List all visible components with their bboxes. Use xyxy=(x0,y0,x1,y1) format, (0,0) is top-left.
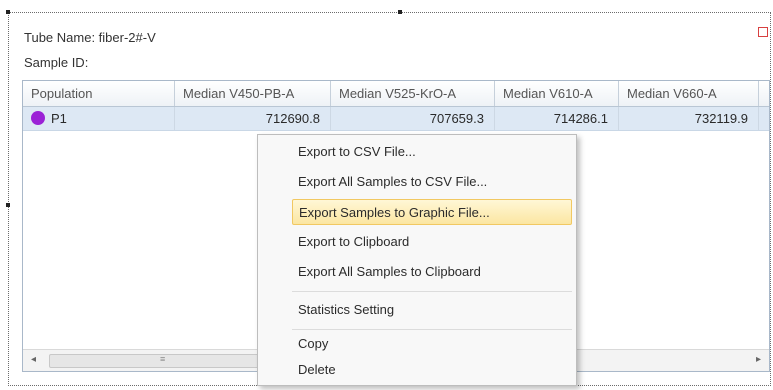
value-cell: 732119.9 xyxy=(619,107,759,130)
menu-item-statistics-setting[interactable]: Statistics Setting xyxy=(292,297,572,323)
resize-handle-left[interactable] xyxy=(6,203,10,207)
menu-separator xyxy=(292,291,572,292)
value-cell: 712690.8 xyxy=(175,107,331,130)
value-cell: 707659.3 xyxy=(331,107,495,130)
scroll-left-icon[interactable]: ◂ xyxy=(31,354,36,365)
resize-handle-top-left[interactable] xyxy=(6,10,10,14)
menu-item-copy[interactable]: Copy xyxy=(292,331,572,357)
menu-item-export-csv[interactable]: Export to CSV File... xyxy=(292,139,572,165)
column-header-population[interactable]: Population xyxy=(23,81,175,106)
table-row[interactable]: P1 712690.8 707659.3 714286.1 732119.9 xyxy=(23,107,769,131)
close-icon[interactable] xyxy=(758,27,768,37)
population-cell: P1 xyxy=(23,107,175,130)
sample-id-label: Sample ID: xyxy=(24,55,89,70)
tube-name-label: Tube Name: fiber-2#-V xyxy=(24,30,156,45)
scrollbar-grip-icon: ≡ xyxy=(160,354,166,364)
population-color-icon xyxy=(31,111,45,125)
column-header-median-v610[interactable]: Median V610-A xyxy=(495,81,619,106)
menu-item-export-clipboard[interactable]: Export to Clipboard xyxy=(292,229,572,255)
column-header-median-v450[interactable]: Median V450-PB-A xyxy=(175,81,331,106)
menu-item-export-all-csv[interactable]: Export All Samples to CSV File... xyxy=(292,169,572,195)
menu-item-export-all-clipboard[interactable]: Export All Samples to Clipboard xyxy=(292,259,572,285)
scroll-right-icon[interactable]: ▸ xyxy=(756,354,761,365)
column-header-median-v660[interactable]: Median V660-A xyxy=(619,81,759,106)
resize-handle-top[interactable] xyxy=(398,10,402,14)
value-cell: 714286.1 xyxy=(495,107,619,130)
menu-item-export-graphic[interactable]: Export Samples to Graphic File... xyxy=(292,199,572,225)
column-header-median-v525[interactable]: Median V525-KrO-A xyxy=(331,81,495,106)
population-name: P1 xyxy=(51,111,67,126)
scrollbar-thumb[interactable]: ≡ xyxy=(49,354,281,368)
menu-separator xyxy=(292,329,572,330)
menu-item-delete[interactable]: Delete xyxy=(292,357,572,383)
table-header: Population Median V450-PB-A Median V525-… xyxy=(23,81,769,107)
context-menu: Export to CSV File... Export All Samples… xyxy=(257,134,577,386)
